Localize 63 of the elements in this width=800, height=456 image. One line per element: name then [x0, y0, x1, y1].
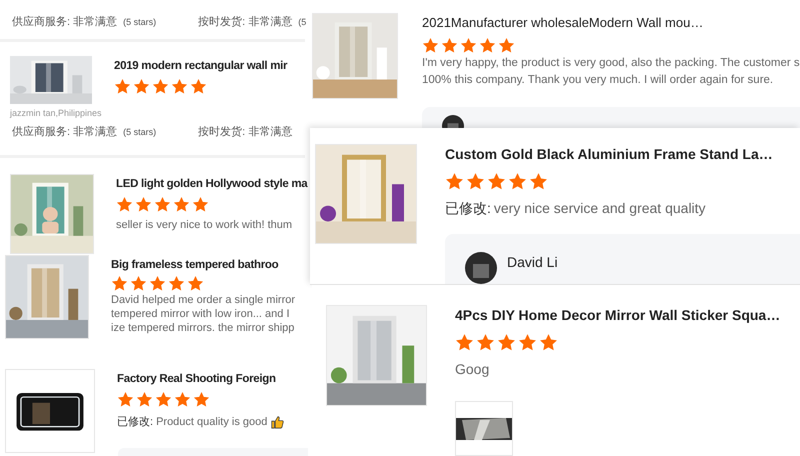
star-icon: [155, 391, 172, 408]
star-icon: [114, 78, 131, 95]
product-title[interactable]: 4Pcs DIY Home Decor Mirror Wall Sticker Squa…: [455, 305, 800, 323]
rating-label: 按时发货: 非常满意: [198, 15, 292, 29]
rating-label: 供应商服务: 非常满意: [12, 124, 118, 139]
edited-label: 已修改:: [117, 415, 154, 429]
star-icon: [445, 172, 464, 191]
product-title[interactable]: 2021Manufacturer wholesaleModern Wall mou…: [422, 13, 800, 30]
star-icon: [190, 78, 207, 95]
review-text: ize tempered mirrors. the mirror shipp: [111, 322, 294, 334]
review-text: David helped me order a single mirror: [111, 294, 296, 306]
product-title[interactable]: Big frameless tempered bathroo: [111, 259, 296, 271]
star-icon: [518, 333, 537, 352]
avatar-icon: [465, 252, 497, 284]
review-text: very nice service and great quality: [494, 201, 706, 216]
review-text: 100% this company. Thank you very much. I will order again for sure.: [422, 73, 774, 88]
star-icon: [171, 78, 188, 95]
review-text: Goog: [455, 362, 490, 377]
seller-name: David Li: [507, 253, 558, 270]
star-icon: [529, 172, 548, 191]
product-title[interactable]: 2019 modern rectangular wall mir: [114, 60, 288, 72]
star-icon: [117, 391, 134, 408]
review-text: tempered mirror with low iron... and I: [111, 308, 290, 320]
rating-note: (5: [298, 17, 306, 27]
star-icon: [168, 275, 185, 292]
star-icon: [152, 78, 169, 95]
star-icon: [508, 172, 527, 191]
rating-label: 按时发货: 非常满意: [198, 125, 292, 139]
reviewer-name: jazzmin tan,Philippines: [8, 108, 103, 118]
star-icon: [111, 275, 128, 292]
star-icon: [487, 172, 506, 191]
review-photo[interactable]: [455, 401, 513, 456]
star-icon: [133, 78, 150, 95]
star-icon: [193, 391, 210, 408]
star-icon: [149, 275, 166, 292]
star-icon: [116, 196, 133, 213]
star-icon: [173, 196, 190, 213]
star-icon: [154, 196, 171, 213]
rating-note: (5 stars): [123, 17, 156, 27]
star-icon: [174, 391, 191, 408]
star-icon: [441, 37, 458, 54]
star-icon: [466, 172, 485, 191]
review-text: I'm very happy, the product is very good, also the packing. The customer s: [422, 56, 800, 71]
star-icon: [136, 391, 153, 408]
review-text: seller is very nice to work with! thum: [116, 219, 292, 231]
star-icon: [497, 333, 516, 352]
star-icon: [498, 37, 515, 54]
product-title[interactable]: Factory Real Shooting Foreign: [117, 373, 284, 385]
star-icon: [539, 333, 558, 352]
star-icon: [479, 37, 496, 54]
rating-label: 供应商服务: 非常满意: [12, 14, 118, 29]
review-text: Product quality is good: [156, 416, 268, 428]
rating-note: (5 stars): [123, 127, 156, 137]
star-icon: [476, 333, 495, 352]
product-title[interactable]: Custom Gold Black Aluminium Frame Stand La…: [445, 144, 800, 162]
star-icon: [460, 37, 477, 54]
star-icon: [455, 333, 474, 352]
edited-label: 已修改:: [445, 201, 491, 216]
star-icon: [135, 196, 152, 213]
star-icon: [130, 275, 147, 292]
star-icon: [422, 37, 439, 54]
star-icon: [192, 196, 209, 213]
star-icon: [187, 275, 204, 292]
